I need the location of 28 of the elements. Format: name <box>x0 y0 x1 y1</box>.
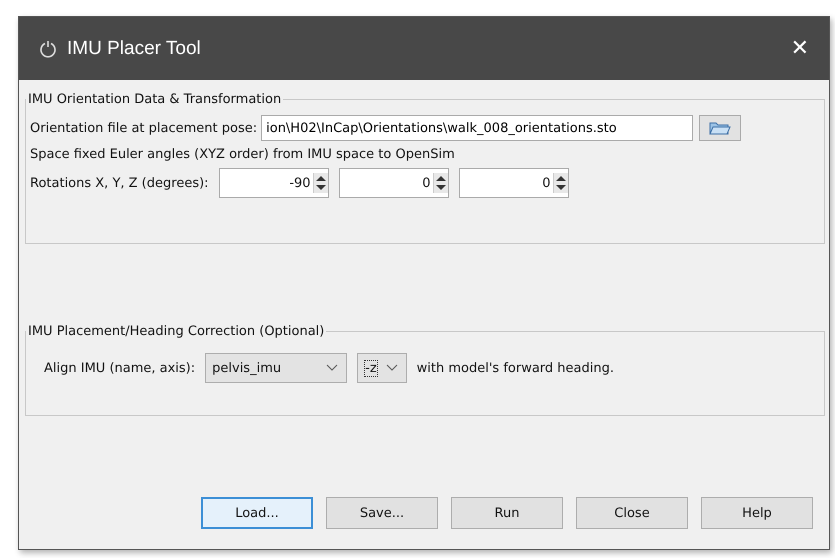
axis-dropdown[interactable]: -z <box>357 353 407 383</box>
dialog-button[interactable]: Run <box>451 497 563 529</box>
rotation-spinner[interactable]: 0 <box>458 168 569 198</box>
spinner-arrows-icon[interactable] <box>432 173 448 193</box>
file-path-field[interactable]: ion\H02\InCap\Orientations\walk_008_orientations.sto <box>261 115 694 141</box>
description-text: Space fixed Euler angles (XYZ order) from IMU space to OpenSim <box>30 147 455 162</box>
dialog-button[interactable]: Help <box>701 497 813 529</box>
spinner-arrows-icon[interactable] <box>312 173 328 193</box>
field-label: Orientation file at placement pose: <box>30 120 258 136</box>
rotation-spinner[interactable]: 0 <box>338 168 449 198</box>
dialog-button[interactable]: Load... <box>201 497 313 529</box>
group-title: IMU Orientation Data & Transformation <box>27 92 282 107</box>
group-title: IMU Placement/Heading Correction (Optional) <box>27 324 326 339</box>
window-title: IMU Placer Tool <box>67 38 202 60</box>
browse-button[interactable] <box>699 115 742 141</box>
folder-icon <box>709 121 732 135</box>
field-label: Align IMU (name, axis): <box>44 360 196 376</box>
chevron-down-icon <box>326 364 338 372</box>
dialog-button[interactable]: Save... <box>326 497 438 529</box>
imu-dropdown[interactable]: pelvis_imu <box>205 353 348 383</box>
power-icon <box>39 40 57 58</box>
spinner-arrows-icon[interactable] <box>552 173 568 193</box>
close-button[interactable]: ✕ <box>784 36 815 61</box>
dialog-button[interactable]: Close <box>576 497 688 529</box>
rotation-spinner[interactable]: -90 <box>218 168 329 198</box>
field-label: with model's forward heading. <box>416 360 614 376</box>
chevron-down-icon <box>386 364 398 372</box>
field-label: Rotations X, Y, Z (degrees): <box>30 176 209 190</box>
